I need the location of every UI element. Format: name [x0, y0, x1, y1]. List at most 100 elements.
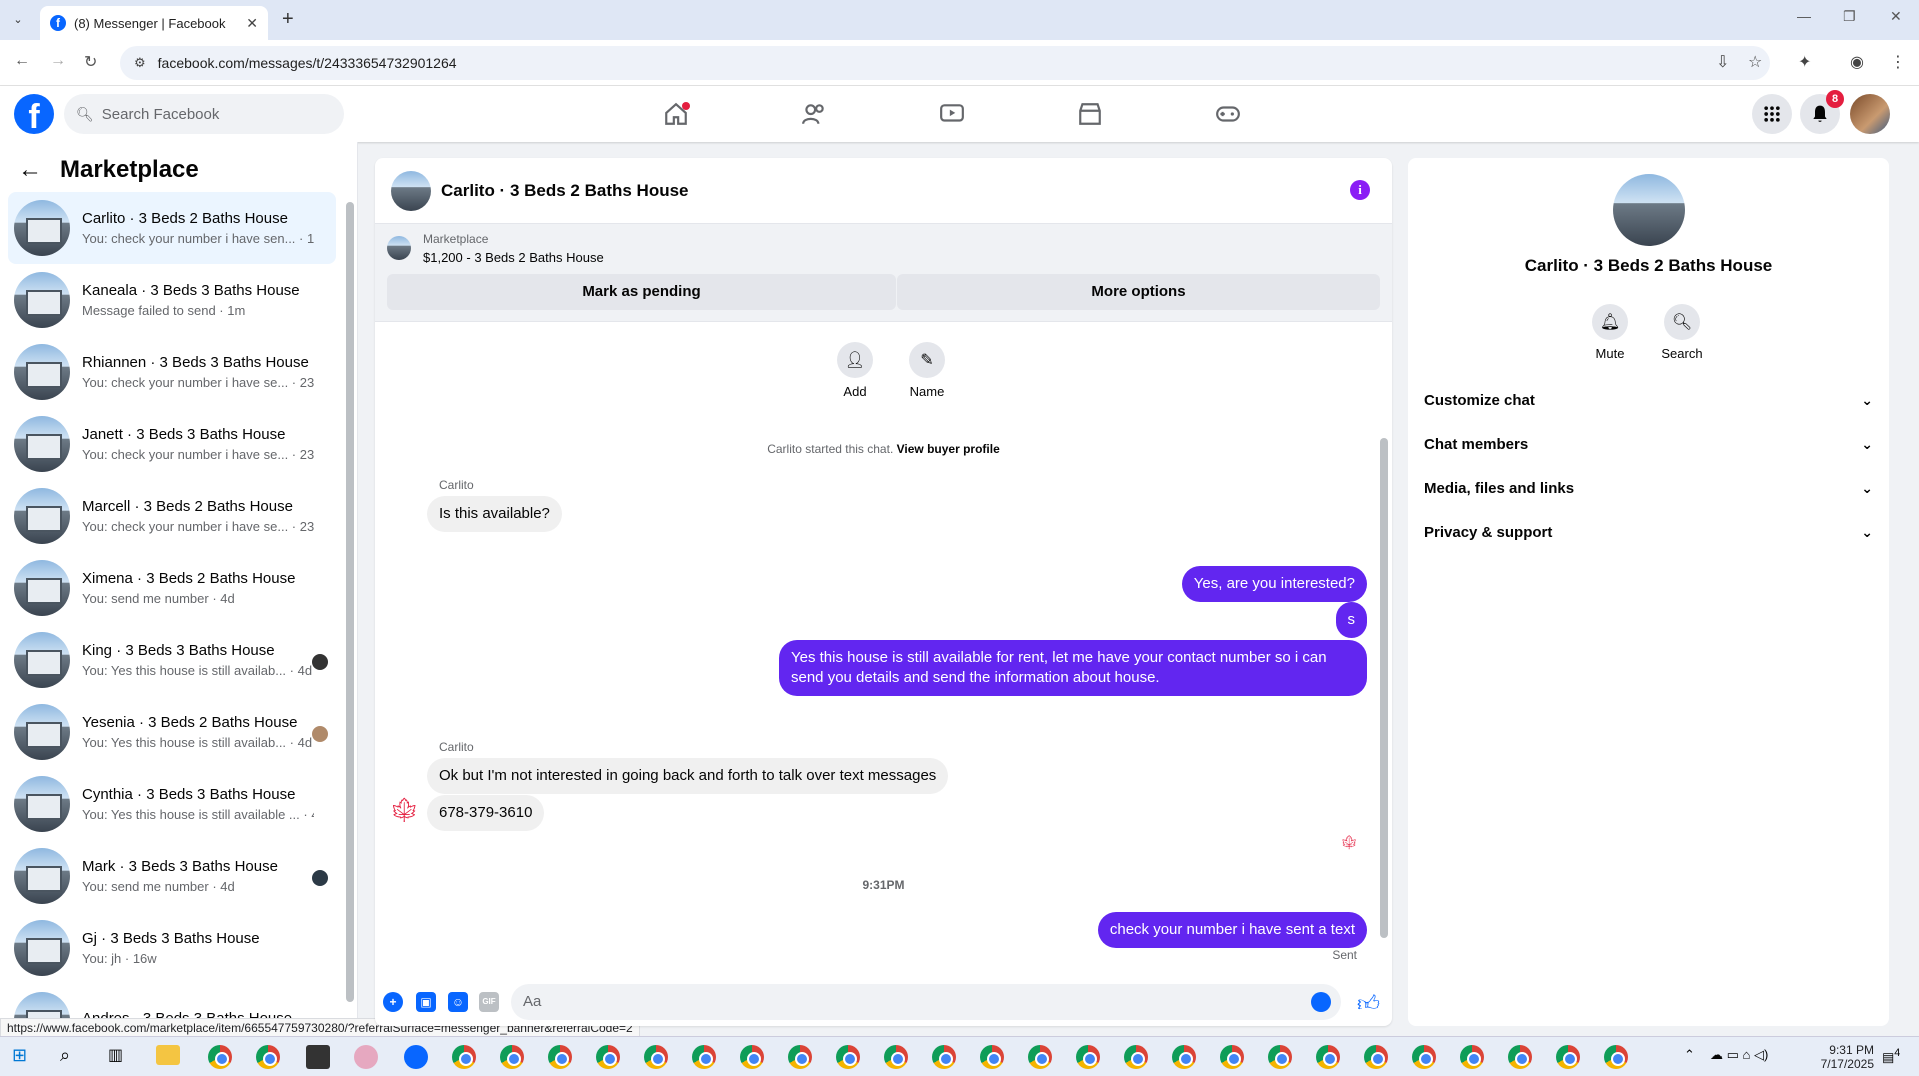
file-explorer-icon[interactable] — [156, 1045, 180, 1065]
chrome-icon[interactable] — [1028, 1045, 1052, 1069]
back-arrow-icon[interactable]: ← — [18, 156, 42, 184]
chrome-icon[interactable] — [548, 1045, 572, 1069]
conversation-scrollbar[interactable] — [346, 202, 354, 1002]
close-tab-icon[interactable]: ✕ — [246, 15, 258, 32]
photo-icon[interactable]: ▣ — [416, 992, 436, 1012]
install-icon[interactable]: ⇩ — [1716, 52, 1729, 72]
avatar[interactable] — [1613, 174, 1685, 246]
mark-as-pending-button[interactable]: Mark as pending — [387, 274, 896, 310]
extensions-icon[interactable]: ✦ — [1798, 52, 1811, 72]
chrome-icon[interactable] — [1412, 1045, 1436, 1069]
chat-members-section[interactable]: Chat members ⌄ — [1424, 426, 1873, 462]
notification-center-icon[interactable]: ▤4 — [1882, 1047, 1900, 1065]
facebook-app-icon[interactable] — [404, 1045, 428, 1069]
account-avatar[interactable] — [1850, 94, 1890, 134]
chrome-icon[interactable] — [740, 1045, 764, 1069]
list-item[interactable]: Carlito · 3 Beds 2 Baths House You: check… — [8, 192, 336, 264]
chrome-icon[interactable] — [932, 1045, 956, 1069]
list-item[interactable]: King · 3 Beds 3 Baths House You: Yes this… — [8, 624, 336, 696]
chat-title[interactable]: Carlito · 3 Beds 2 Baths House — [441, 181, 689, 201]
new-tab-icon[interactable]: + — [282, 8, 294, 31]
browser-tab[interactable]: f (8) Messenger | Facebook ✕ — [40, 6, 268, 40]
more-options-button[interactable]: More options — [897, 274, 1380, 310]
bookmark-star-icon[interactable]: ☆ — [1748, 52, 1762, 72]
chrome-icon[interactable] — [1508, 1045, 1532, 1069]
search-in-chat-button[interactable]: 🔍︎ Search — [1652, 304, 1712, 361]
facebook-logo-icon[interactable]: f — [14, 94, 54, 136]
listing-thumbnail[interactable] — [387, 236, 411, 260]
tray-icons[interactable]: ☁ ▭ ⌂ ◁) — [1710, 1047, 1768, 1063]
reload-icon[interactable]: ↻ — [84, 52, 97, 72]
facebook-search-input[interactable]: 🔍︎ Search Facebook — [64, 94, 344, 134]
restore-icon[interactable]: ❐ — [1843, 8, 1856, 25]
chat-scrollbar[interactable] — [1380, 438, 1388, 938]
list-item[interactable]: Janett · 3 Beds 3 Baths House You: check … — [8, 408, 336, 480]
tab-search-icon[interactable]: ⌄ — [8, 10, 28, 30]
task-view-icon[interactable]: ▥ — [108, 1045, 123, 1065]
menu-dots-icon[interactable]: ⋮ — [1890, 52, 1906, 72]
gif-icon[interactable]: GIF — [479, 992, 499, 1012]
chrome-icon[interactable] — [452, 1045, 476, 1069]
privacy-support-section[interactable]: Privacy & support ⌄ — [1424, 514, 1873, 550]
chrome-icon[interactable] — [1364, 1045, 1388, 1069]
plus-icon[interactable]: + — [383, 992, 403, 1012]
media-files-links-section[interactable]: Media, files and links ⌄ — [1424, 470, 1873, 506]
list-item[interactable]: Marcell · 3 Beds 2 Baths House You: check… — [8, 480, 336, 552]
chrome-icon[interactable] — [1076, 1045, 1100, 1069]
chrome-icon[interactable] — [1556, 1045, 1580, 1069]
chrome-icon[interactable] — [1124, 1045, 1148, 1069]
tray-chevron-icon[interactable]: ⌃ — [1684, 1047, 1695, 1063]
list-item[interactable]: Rhiannen · 3 Beds 3 Baths House You: chec… — [8, 336, 336, 408]
chrome-icon[interactable] — [1604, 1045, 1628, 1069]
close-window-icon[interactable]: ✕ — [1890, 8, 1902, 25]
chrome-icon[interactable] — [980, 1045, 1004, 1069]
chrome-icon[interactable] — [884, 1045, 908, 1069]
chrome-icon[interactable] — [208, 1045, 232, 1069]
list-item[interactable]: Kaneala · 3 Beds 3 Baths House Message fa… — [8, 264, 336, 336]
watch-nav-icon[interactable] — [934, 96, 970, 132]
forward-icon[interactable]: → — [50, 52, 66, 70]
chrome-icon[interactable] — [1316, 1045, 1340, 1069]
info-icon[interactable]: i — [1350, 180, 1370, 200]
profile-icon[interactable]: ◉ — [1850, 52, 1864, 72]
avatar[interactable] — [391, 170, 431, 211]
chrome-icon[interactable] — [1460, 1045, 1484, 1069]
minimize-icon[interactable]: — — [1797, 8, 1811, 24]
site-info-icon[interactable]: ⚙ — [134, 55, 146, 71]
windows-start-icon[interactable]: ⊞ — [12, 1045, 27, 1066]
message-input[interactable]: Aa — [511, 984, 1341, 1020]
chrome-icon[interactable] — [788, 1045, 812, 1069]
chrome-icon[interactable] — [1268, 1045, 1292, 1069]
chrome-icon[interactable] — [836, 1045, 860, 1069]
view-buyer-profile-link[interactable]: View buyer profile — [897, 442, 1000, 456]
search-icon[interactable]: ⌕ — [60, 1045, 70, 1066]
list-item[interactable]: Gj · 3 Beds 3 Baths House You: jh · 16w — [8, 912, 336, 984]
app-icon[interactable] — [354, 1045, 378, 1069]
system-clock[interactable]: 9:31 PM 7/17/2025 — [1790, 1043, 1874, 1071]
listing-link[interactable]: $1,200 - 3 Beds 2 Baths House — [423, 250, 604, 265]
customize-chat-section[interactable]: Customize chat ⌄ — [1424, 382, 1873, 418]
list-item[interactable]: Cynthia · 3 Beds 3 Baths House You: Yes t… — [8, 768, 336, 840]
add-people-button[interactable]: 👤︎ Add — [825, 342, 885, 399]
chrome-icon[interactable] — [500, 1045, 524, 1069]
notifications-bell-icon[interactable]: 8 — [1800, 90, 1844, 134]
sticky-notes-icon[interactable] — [306, 1045, 330, 1069]
list-item[interactable]: Mark · 3 Beds 3 Baths House You: send me … — [8, 840, 336, 912]
sticker-icon[interactable]: ☺ — [448, 992, 468, 1012]
chrome-icon[interactable] — [256, 1045, 280, 1069]
thumbs-up-icon[interactable]: 👍︎ — [1357, 990, 1380, 1017]
chrome-icon[interactable] — [644, 1045, 668, 1069]
chrome-icon[interactable] — [1172, 1045, 1196, 1069]
chrome-icon[interactable] — [596, 1045, 620, 1069]
friends-nav-icon[interactable] — [796, 96, 832, 132]
emoji-icon[interactable] — [1311, 992, 1331, 1012]
list-item[interactable]: Yesenia · 3 Beds 2 Baths House You: Yes t… — [8, 696, 336, 768]
edit-name-button[interactable]: ✎ Name — [897, 342, 957, 399]
back-icon[interactable]: ← — [14, 52, 30, 70]
menu-grid-icon[interactable] — [1752, 94, 1792, 134]
chrome-icon[interactable] — [692, 1045, 716, 1069]
gaming-nav-icon[interactable] — [1210, 96, 1246, 132]
mute-button[interactable]: 🔔︎ Mute — [1580, 304, 1640, 361]
marketplace-nav-icon[interactable] — [1072, 96, 1108, 132]
list-item[interactable]: Ximena · 3 Beds 2 Baths House You: send m… — [8, 552, 336, 624]
